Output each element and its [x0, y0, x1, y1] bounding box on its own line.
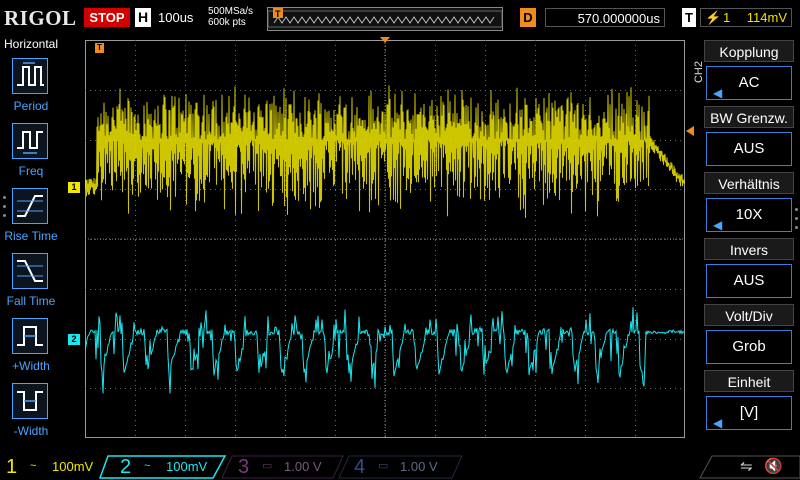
trigger-info[interactable]: ⚡ 1 114mV: [700, 8, 792, 27]
trigger-channel-marker: 1: [723, 10, 731, 25]
trigger-level: 114mV: [746, 10, 787, 25]
probe-ratio-title: Verhältnis: [704, 172, 794, 194]
measure-rise-time-button[interactable]: Rise Time: [0, 184, 62, 248]
bw-limit-menu-item[interactable]: BW Grenzw. AUS: [704, 106, 794, 170]
period-icon: [12, 58, 48, 94]
measure-negative-width-button[interactable]: -Width: [0, 379, 62, 443]
memory-overview-strip[interactable]: T: [267, 7, 503, 31]
svg-text:T: T: [275, 9, 281, 19]
coupling-title: Kopplung: [704, 40, 794, 62]
memory-overview-waveform: T: [267, 8, 503, 28]
measure-freq-label: Freq: [18, 164, 44, 178]
ch1-coupling-icon: ~: [30, 460, 37, 472]
ch4-number: 4: [354, 456, 366, 478]
timebase-value[interactable]: 100us: [158, 8, 193, 27]
rise-time-icon: [12, 188, 48, 224]
delay-label: D: [520, 8, 536, 27]
measure-fall-time-label: Fall Time: [6, 294, 56, 308]
ch4-status[interactable]: 4 ▭ 1.00 V: [348, 456, 452, 478]
ch4-scale: 1.00 V: [400, 459, 438, 474]
negative-width-icon: [12, 383, 48, 419]
rising-edge-icon: ⚡: [705, 10, 722, 25]
center-position-marker: [380, 37, 390, 43]
volt-div-title: Volt/Div: [704, 304, 794, 326]
ch2-trace: [85, 307, 685, 394]
channel-status-bar: 1 ~ 100mV 2 ~ 100mV 3 ▭ 1.00 V 4 ▭ 1.00 …: [0, 454, 800, 480]
fall-time-icon: [12, 253, 48, 289]
measure-rise-time-label: Rise Time: [4, 229, 58, 243]
measure-fall-time-button[interactable]: Fall Time: [0, 249, 62, 313]
measure-negative-width-label: -Width: [13, 424, 49, 438]
unit-value[interactable]: ◀ [V]: [706, 396, 792, 430]
ch1-status[interactable]: 1 ~ 100mV: [0, 456, 104, 478]
waveform-canvas[interactable]: [85, 40, 685, 438]
delay-value[interactable]: 570.000000us: [545, 8, 665, 27]
ch2-scale: 100mV: [166, 459, 208, 474]
timebase-label: H: [135, 8, 151, 27]
bw-limit-value[interactable]: AUS: [706, 132, 792, 166]
frequency-icon: [12, 123, 48, 159]
invert-title: Invers: [704, 238, 794, 260]
ch3-number: 3: [238, 456, 250, 478]
unit-menu-item[interactable]: Einheit ◀ [V]: [704, 370, 794, 434]
top-status-bar: RIGOL STOP H 100us 500MSa/s 600k pts T D…: [0, 0, 800, 36]
trigger-label: T: [682, 8, 696, 27]
probe-ratio-menu-item[interactable]: Verhältnis ◀ 10X: [704, 172, 794, 236]
ch1-trace: [85, 85, 685, 218]
volt-div-value[interactable]: Grob: [706, 330, 792, 364]
chevron-left-icon: ◀: [713, 218, 723, 232]
probe-ratio-value[interactable]: ◀ 10X: [706, 198, 792, 232]
ch1-offset-marker[interactable]: 1: [68, 182, 80, 193]
ch2-number: 2: [120, 456, 132, 478]
invert-menu-item[interactable]: Invers AUS: [704, 238, 794, 302]
sample-rate: 500MSa/s: [208, 6, 254, 17]
coupling-menu-item[interactable]: Kopplung ◀ AC: [704, 40, 794, 104]
ch2-offset-marker[interactable]: 2: [68, 334, 80, 345]
ch1-number: 1: [6, 456, 18, 478]
measure-positive-width-button[interactable]: +Width: [0, 314, 62, 378]
usb-icon: ⇋: [740, 458, 753, 475]
trigger-level-marker[interactable]: [686, 126, 694, 136]
horizontal-measure-panel: Horizontal Period Freq Rise Time Fall Ti…: [0, 36, 62, 454]
chevron-left-icon: ◀: [713, 86, 723, 100]
positive-width-icon: [12, 318, 48, 354]
chevron-left-icon: ◀: [713, 416, 723, 430]
trigger-time-marker[interactable]: T: [95, 43, 104, 53]
measure-freq-button[interactable]: Freq: [0, 119, 62, 183]
ch1-scale: 100mV: [52, 459, 94, 474]
run-stop-status[interactable]: STOP: [84, 8, 130, 27]
ch4-coupling-icon: ▭: [378, 460, 389, 472]
measure-period-label: Period: [13, 99, 49, 113]
volt-div-menu-item[interactable]: Volt/Div Grob: [704, 304, 794, 368]
ch3-coupling-icon: ▭: [262, 460, 273, 472]
left-page-dots: [3, 196, 7, 223]
ch3-scale: 1.00 V: [284, 459, 322, 474]
rigol-logo: RIGOL: [4, 6, 77, 30]
measure-positive-width-label: +Width: [12, 359, 50, 373]
mute-icon[interactable]: 🔇: [764, 457, 783, 475]
invert-value[interactable]: AUS: [706, 264, 792, 298]
ch3-status[interactable]: 3 ▭ 1.00 V: [232, 456, 336, 478]
memory-depth: 600k pts: [208, 17, 246, 28]
ch2-coupling-icon: ~: [144, 460, 151, 472]
ch2-status[interactable]: 2 ~ 100mV: [114, 456, 218, 478]
right-page-dots: [795, 208, 799, 235]
measure-period-button[interactable]: Period: [0, 54, 62, 118]
coupling-value[interactable]: ◀ AC: [706, 66, 792, 100]
acquisition-info: 500MSa/s 600k pts: [208, 6, 253, 28]
bw-limit-title: BW Grenzw.: [704, 106, 794, 128]
unit-title: Einheit: [704, 370, 794, 392]
left-panel-title: Horizontal: [3, 37, 59, 51]
